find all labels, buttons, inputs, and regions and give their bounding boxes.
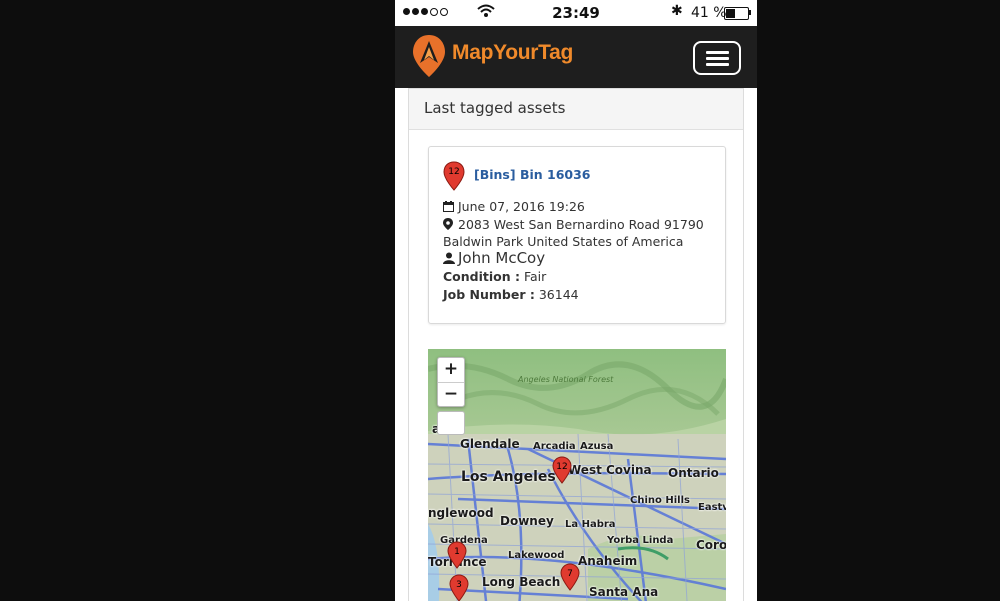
map-marker-3[interactable]: 3 — [449, 574, 469, 601]
map-label-azusa: Azusa — [580, 441, 614, 452]
asset-date-row: June 07, 2016 19:26 — [443, 199, 585, 215]
map-marker-label: 12 — [556, 462, 567, 472]
phone-screen: 23:49 ✱ 41 % MapYourTag Last tagged asse… — [395, 0, 757, 601]
map-label-lakewood: Lakewood — [508, 550, 565, 561]
logo-pin-icon[interactable] — [411, 33, 447, 79]
map-label-downey: Downey — [500, 514, 554, 528]
last-tagged-assets-panel: Last tagged assets 12 [Bins] Bin 16036 J… — [408, 88, 744, 601]
condition-label: Condition : — [443, 269, 520, 284]
map-label-long-beach: Long Beach — [482, 575, 561, 589]
marker-pin-icon: 12 — [443, 161, 465, 191]
map-marker-label: 3 — [456, 580, 462, 590]
map-label-inglewood: nglewood — [428, 506, 494, 520]
map-label-eastvale: Eastv — [698, 502, 726, 513]
map-label-forest: Angeles National Forest — [518, 375, 614, 384]
assets-map[interactable]: Angeles National Forest ank Glendale Arc… — [428, 349, 726, 601]
map-label-arcadia: Arcadia — [533, 441, 576, 452]
map-marker-label: 7 — [567, 569, 573, 579]
map-label-la-habra: La Habra — [565, 519, 616, 530]
job-number-label: Job Number : — [443, 287, 535, 302]
asset-job-row: Job Number : 36144 — [443, 287, 579, 302]
map-label-yorba-linda: Yorba Linda — [607, 535, 674, 546]
panel-heading: Last tagged assets — [409, 89, 743, 130]
map-label-chino-hills: Chino Hills — [630, 495, 690, 506]
calendar-icon — [443, 200, 455, 215]
asset-card[interactable]: 12 [Bins] Bin 16036 June 07, 2016 19:26 … — [428, 146, 726, 324]
brand-name[interactable]: MapYourTag — [452, 41, 573, 65]
battery-icon — [724, 7, 749, 20]
job-number-value: 36144 — [538, 287, 579, 302]
map-label-west-covina: West Covina — [568, 463, 652, 477]
asset-name[interactable]: Bin 16036 — [520, 167, 591, 182]
asset-address-row: 2083 West San Bernardino Road 91790 — [443, 217, 704, 233]
navbar: MapYourTag — [395, 26, 757, 88]
map-label-glendale: Glendale — [460, 437, 520, 451]
zoom-out-button[interactable]: − — [438, 383, 464, 407]
asset-user-row: John McCoy — [443, 249, 545, 267]
map-marker-7[interactable]: 7 — [560, 563, 580, 591]
status-bar: 23:49 ✱ 41 % — [395, 0, 757, 26]
battery-percent: 41 % — [691, 5, 727, 21]
map-marker-1[interactable]: 1 — [447, 541, 467, 569]
bluetooth-icon: ✱ — [671, 3, 683, 19]
map-label-los-angeles: Los Angeles — [461, 469, 556, 485]
asset-user: John McCoy — [458, 249, 546, 267]
map-marker-12[interactable]: 12 — [552, 456, 572, 484]
svg-text:12: 12 — [448, 167, 459, 177]
asset-condition-row: Condition : Fair — [443, 269, 546, 284]
map-label-ontario: Ontario — [668, 466, 719, 480]
user-icon — [443, 252, 455, 267]
map-layer-button[interactable] — [437, 411, 465, 435]
map-label-anaheim: Anaheim — [578, 554, 638, 568]
condition-value: Fair — [523, 269, 547, 284]
map-label-corona: Coro — [696, 538, 726, 552]
map-label-santa-ana: Santa Ana — [589, 585, 659, 599]
asset-title-link[interactable]: [Bins] Bin 16036 — [474, 167, 591, 182]
menu-toggle-button[interactable] — [693, 41, 741, 75]
asset-address-line1: 2083 West San Bernardino Road 91790 — [458, 217, 704, 232]
zoom-in-button[interactable]: + — [438, 358, 464, 383]
zoom-control: + − — [437, 357, 465, 407]
asset-date: June 07, 2016 19:26 — [458, 199, 585, 214]
map-marker-icon — [443, 218, 455, 233]
map-marker-label: 1 — [454, 547, 460, 557]
asset-address-line2: Baldwin Park United States of America — [443, 234, 684, 249]
asset-category[interactable]: [Bins] — [474, 167, 516, 182]
